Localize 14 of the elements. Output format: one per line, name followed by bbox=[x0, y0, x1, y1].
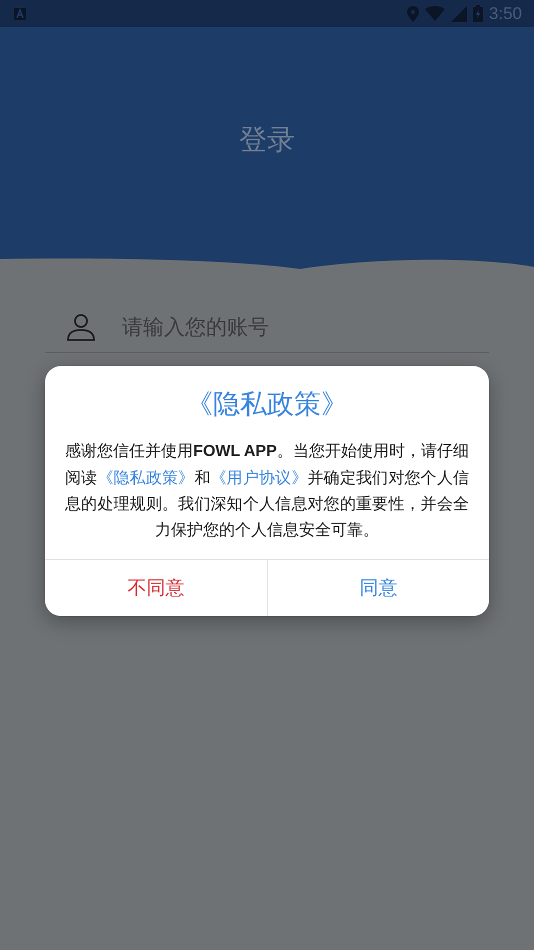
user-icon bbox=[67, 313, 95, 341]
page-title: 登录 bbox=[239, 122, 295, 157]
wifi-icon bbox=[424, 6, 445, 21]
accept-button[interactable]: 同意 bbox=[266, 560, 489, 616]
location-icon bbox=[406, 6, 419, 22]
signal-icon bbox=[450, 6, 467, 22]
battery-icon bbox=[472, 5, 483, 22]
decline-button[interactable]: 不同意 bbox=[45, 560, 266, 616]
account-field[interactable]: 请输入您的账号 bbox=[120, 314, 424, 340]
dialog-message: 感谢您信任并使用FOWL APP。当您开始使用时，请仔细阅读《隐私政策》和《用户协议》并确定我们对您个人信息的处理规则。我们深知个人信息对您的重要性，并会全力保护您的个人信息安全可靠。 bbox=[65, 440, 469, 541]
app-notification-icon bbox=[14, 8, 26, 20]
policy-link[interactable]: 《用户协议》 bbox=[210, 468, 308, 487]
policy-link[interactable]: 《隐私政策》 bbox=[97, 468, 194, 487]
dialog-title: 《隐私政策》 bbox=[185, 388, 349, 422]
